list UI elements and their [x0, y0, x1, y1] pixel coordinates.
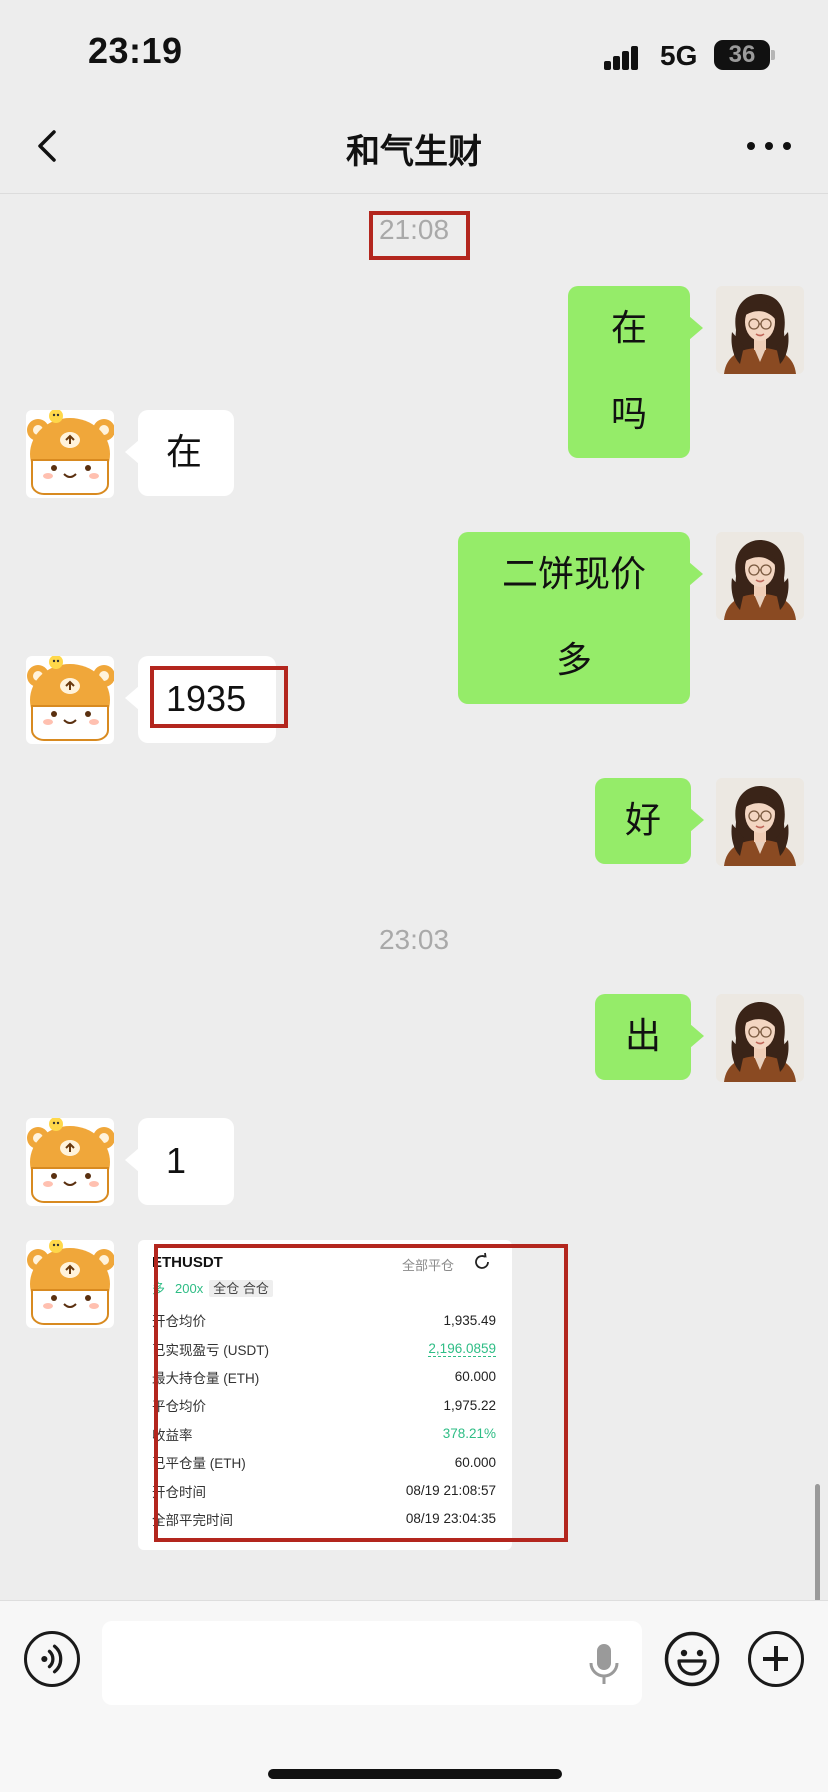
chat-scrollbar[interactable]: [815, 1484, 820, 1602]
message-text: 1: [166, 1140, 187, 1181]
plus-icon[interactable]: [748, 1631, 804, 1687]
highlight-box: [150, 666, 288, 728]
emoji-icon[interactable]: [664, 1631, 720, 1687]
message-bubble-outgoing[interactable]: 出: [595, 994, 704, 1080]
message-bubble-incoming[interactable]: 在: [125, 410, 234, 496]
avatar-contact[interactable]: [26, 1118, 114, 1206]
message-bubble-outgoing[interactable]: 二饼现价多: [458, 532, 703, 704]
avatar-self[interactable]: [716, 532, 804, 620]
avatar-self[interactable]: [716, 994, 804, 1082]
signal-bars-icon: [604, 44, 646, 70]
message-bubble-outgoing[interactable]: 在吗: [568, 286, 703, 458]
timestamp: 23:03: [378, 924, 450, 955]
message-bubble-outgoing[interactable]: 好: [595, 778, 704, 864]
more-dots-icon[interactable]: [742, 124, 796, 168]
avatar-contact[interactable]: [26, 1240, 114, 1328]
voice-icon[interactable]: [24, 1631, 80, 1687]
home-indicator: [268, 1769, 562, 1779]
microphone-icon[interactable]: [584, 1641, 624, 1687]
message-bubble-incoming[interactable]: 1: [125, 1118, 234, 1205]
input-bar: [0, 1600, 828, 1792]
avatar-self[interactable]: [716, 286, 804, 374]
avatar-contact[interactable]: [26, 656, 114, 744]
status-time: 23:19: [88, 30, 183, 71]
highlight-box: [369, 211, 470, 260]
battery-icon: 36: [714, 40, 770, 70]
wechat-chat-screen: 23:19 5G 36 和气生财 21:08 在吗 在 二饼现价多 1935 好…: [0, 0, 828, 1792]
nav-bar: 和气生财: [0, 100, 828, 194]
status-bar: 23:19 5G 36: [0, 0, 828, 100]
avatar-self[interactable]: [716, 778, 804, 866]
highlight-box: [154, 1244, 568, 1542]
message-input[interactable]: [102, 1621, 642, 1705]
chat-title: 和气生财: [346, 132, 482, 172]
avatar-contact[interactable]: [26, 410, 114, 498]
network-label: 5G: [660, 40, 698, 71]
battery-tip: [771, 50, 775, 60]
